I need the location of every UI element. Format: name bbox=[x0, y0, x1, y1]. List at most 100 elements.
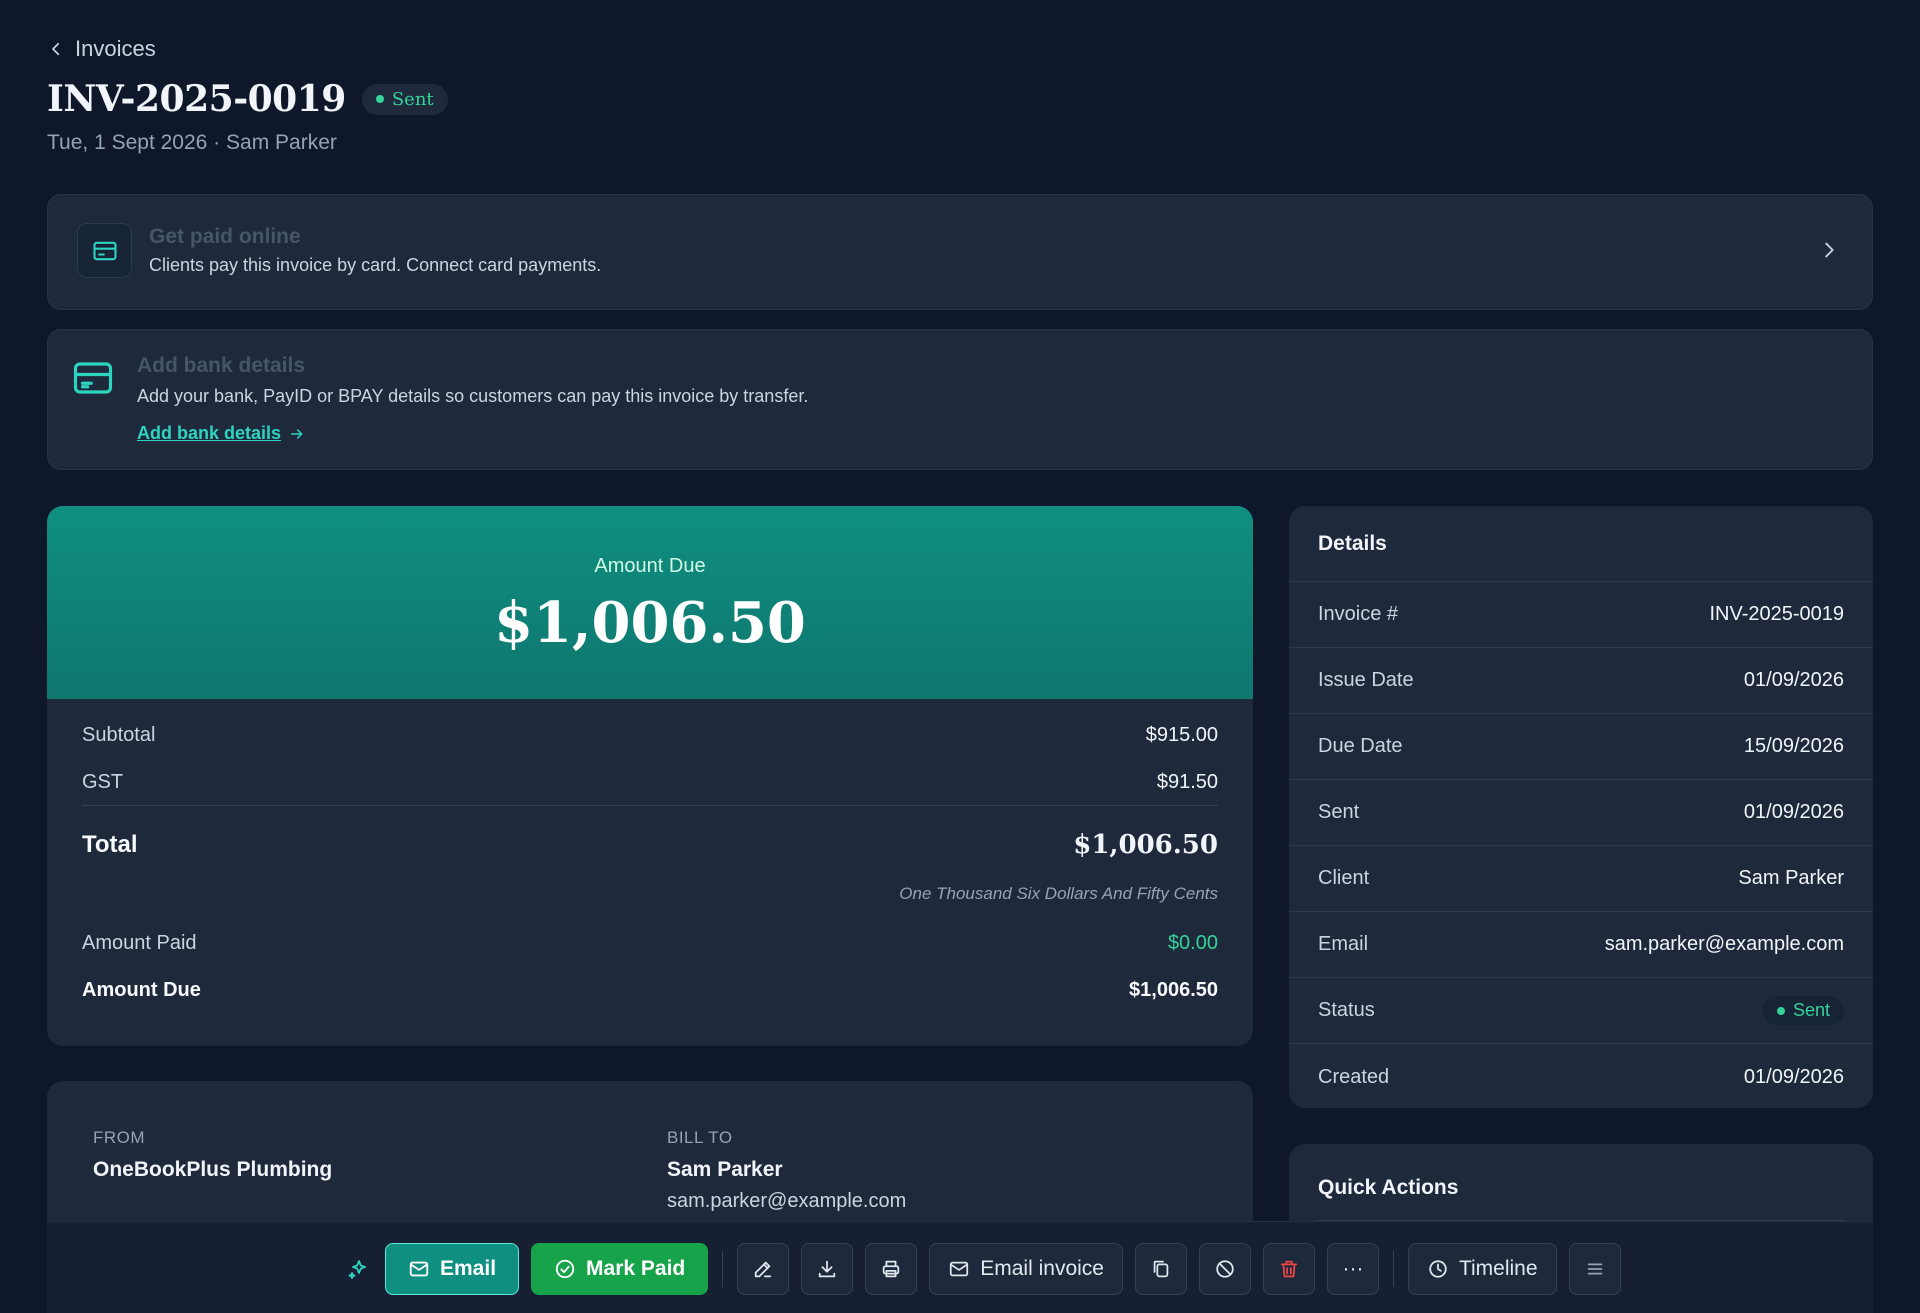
email-invoice-button[interactable]: Email invoice bbox=[929, 1243, 1123, 1295]
mail-icon bbox=[409, 1261, 429, 1277]
chevron-left-icon bbox=[52, 42, 60, 56]
from-name: OneBookPlus Plumbing bbox=[93, 1158, 333, 1181]
detail-row-created: Created 01/09/2026 bbox=[1289, 1044, 1873, 1108]
duplicate-button[interactable] bbox=[1134, 1243, 1187, 1295]
trash-icon bbox=[1280, 1260, 1298, 1278]
from-label: FROM bbox=[93, 1128, 146, 1147]
subtotal-value: $915.00 bbox=[1145, 724, 1218, 746]
detail-row-client: Client Sam Parker bbox=[1289, 846, 1873, 912]
timeline-button-label: Timeline bbox=[1458, 1257, 1538, 1280]
bill-to-label: BILL TO bbox=[667, 1128, 733, 1147]
detail-label: Status bbox=[1318, 999, 1375, 1021]
gst-value: $91.50 bbox=[1156, 770, 1218, 793]
more-button[interactable]: ··· bbox=[1326, 1243, 1379, 1295]
email-button-label: Email bbox=[440, 1257, 497, 1280]
toolbar-divider bbox=[1392, 1251, 1394, 1287]
detail-row-status: Status Sent bbox=[1289, 978, 1873, 1044]
status-dot bbox=[375, 95, 384, 103]
detail-value: 15/09/2026 bbox=[1743, 735, 1844, 757]
toolbar-divider bbox=[722, 1251, 724, 1287]
card-icon-box bbox=[77, 223, 132, 278]
email-button[interactable]: Email bbox=[385, 1243, 520, 1295]
chevron-right-icon[interactable] bbox=[1818, 239, 1840, 261]
detail-value: INV-2025-0019 bbox=[1709, 603, 1844, 625]
bank-details-title: Add bank details bbox=[137, 354, 306, 377]
action-toolbar: Email Mark Paid Email invoice ··· Timeli… bbox=[47, 1221, 1873, 1313]
gst-label: GST bbox=[82, 770, 124, 793]
menu-button[interactable] bbox=[1568, 1243, 1621, 1295]
mark-paid-button-label: Mark Paid bbox=[586, 1257, 686, 1280]
copy-icon bbox=[1153, 1260, 1169, 1278]
edit-button[interactable] bbox=[737, 1243, 790, 1295]
amount-due-value: $1,006.50 bbox=[1129, 978, 1218, 1001]
bill-to-section: BILL TO Sam Parker sam.parker@example.co… bbox=[667, 1128, 906, 1213]
clock-icon bbox=[1429, 1260, 1447, 1278]
status-dot bbox=[1776, 1006, 1785, 1015]
detail-row-due-date: Due Date 15/09/2026 bbox=[1289, 714, 1873, 780]
amount-breakdown: Subtotal $915.00 GST $91.50 Total $1,006… bbox=[47, 712, 1253, 1008]
detail-row-sent: Sent 01/09/2026 bbox=[1289, 780, 1873, 846]
void-button[interactable] bbox=[1198, 1243, 1251, 1295]
more-icon: ··· bbox=[1342, 1257, 1364, 1280]
credit-card-icon bbox=[92, 241, 117, 260]
bank-details-banner: Add bank details Add your bank, PayID or… bbox=[47, 329, 1873, 470]
mail-icon bbox=[950, 1261, 969, 1277]
bill-to-name: Sam Parker bbox=[667, 1158, 783, 1181]
detail-label: Sent bbox=[1318, 801, 1360, 823]
download-icon bbox=[819, 1260, 836, 1278]
add-bank-details-link[interactable]: Add bank details bbox=[137, 423, 305, 444]
from-section: FROM OneBookPlus Plumbing bbox=[93, 1128, 332, 1182]
bill-to-email[interactable]: sam.parker@example.com bbox=[667, 1190, 906, 1213]
gst-row: GST $91.50 bbox=[82, 759, 1218, 806]
print-button[interactable] bbox=[865, 1243, 918, 1295]
print-icon bbox=[883, 1260, 900, 1278]
bank-details-description: Add your bank, PayID or BPAY details so … bbox=[137, 386, 809, 406]
details-title: Details bbox=[1289, 506, 1873, 582]
email-invoice-button-label: Email invoice bbox=[980, 1257, 1104, 1280]
detail-label: Email bbox=[1318, 933, 1369, 955]
page-title: INV-2025-0019 bbox=[47, 78, 346, 120]
detail-row-email: Email sam.parker@example.com bbox=[1289, 912, 1873, 978]
back-link-label: Invoices bbox=[75, 36, 156, 61]
sparkle-icon[interactable] bbox=[347, 1257, 371, 1281]
detail-label: Client bbox=[1318, 867, 1370, 889]
detail-label: Due Date bbox=[1318, 735, 1403, 757]
arrow-right-icon bbox=[290, 428, 303, 439]
status-badge-label: Sent bbox=[1792, 1000, 1830, 1020]
delete-button[interactable] bbox=[1262, 1243, 1315, 1295]
detail-value: 01/09/2026 bbox=[1743, 801, 1844, 823]
detail-value[interactable]: sam.parker@example.com bbox=[1605, 933, 1844, 956]
total-label: Total bbox=[82, 831, 138, 858]
download-button[interactable] bbox=[801, 1243, 854, 1295]
amount-due-hero-label: Amount Due bbox=[594, 555, 706, 577]
amount-due-row: Amount Due $1,006.50 bbox=[82, 972, 1218, 1008]
menu-icon bbox=[1587, 1263, 1602, 1275]
timeline-button[interactable]: Timeline bbox=[1407, 1243, 1557, 1295]
credit-card-icon bbox=[73, 362, 113, 394]
detail-label: Created bbox=[1318, 1065, 1390, 1088]
detail-label: Issue Date bbox=[1318, 669, 1414, 691]
check-circle-icon bbox=[555, 1259, 575, 1279]
detail-label: Invoice # bbox=[1318, 603, 1399, 625]
back-link[interactable]: Invoices bbox=[47, 36, 156, 62]
title-row: INV-2025-0019 Sent bbox=[47, 78, 448, 120]
detail-row-issue-date: Issue Date 01/09/2026 bbox=[1289, 648, 1873, 714]
amount-due-label: Amount Due bbox=[82, 978, 201, 1001]
add-bank-details-link-label: Add bank details bbox=[137, 423, 282, 443]
detail-value: 01/09/2026 bbox=[1743, 669, 1844, 691]
subtotal-row: Subtotal $915.00 bbox=[82, 712, 1218, 759]
details-panel: Details Invoice # INV-2025-0019 Issue Da… bbox=[1289, 506, 1873, 1108]
status-badge-label: Sent bbox=[391, 88, 434, 110]
mark-paid-button[interactable]: Mark Paid bbox=[531, 1243, 709, 1295]
amount-paid-row: Amount Paid $0.00 bbox=[82, 914, 1218, 972]
total-in-words: One Thousand Six Dollars And Fifty Cents bbox=[899, 884, 1218, 903]
detail-value: Sam Parker bbox=[1738, 867, 1844, 889]
total-value: $1,006.50 bbox=[1073, 830, 1218, 860]
amount-due-hero-value: $1,006.50 bbox=[494, 590, 806, 656]
detail-value: 01/09/2026 bbox=[1743, 1065, 1844, 1088]
toolbar-buttons: Email Mark Paid Email invoice ··· Timeli… bbox=[347, 1243, 1621, 1295]
subtotal-label: Subtotal bbox=[82, 724, 156, 746]
amount-paid-value: $0.00 bbox=[1167, 931, 1218, 954]
total-row: Total $1,006.50 bbox=[82, 806, 1218, 884]
get-paid-online-banner[interactable]: Get paid online Clients pay this invoice… bbox=[47, 194, 1873, 310]
